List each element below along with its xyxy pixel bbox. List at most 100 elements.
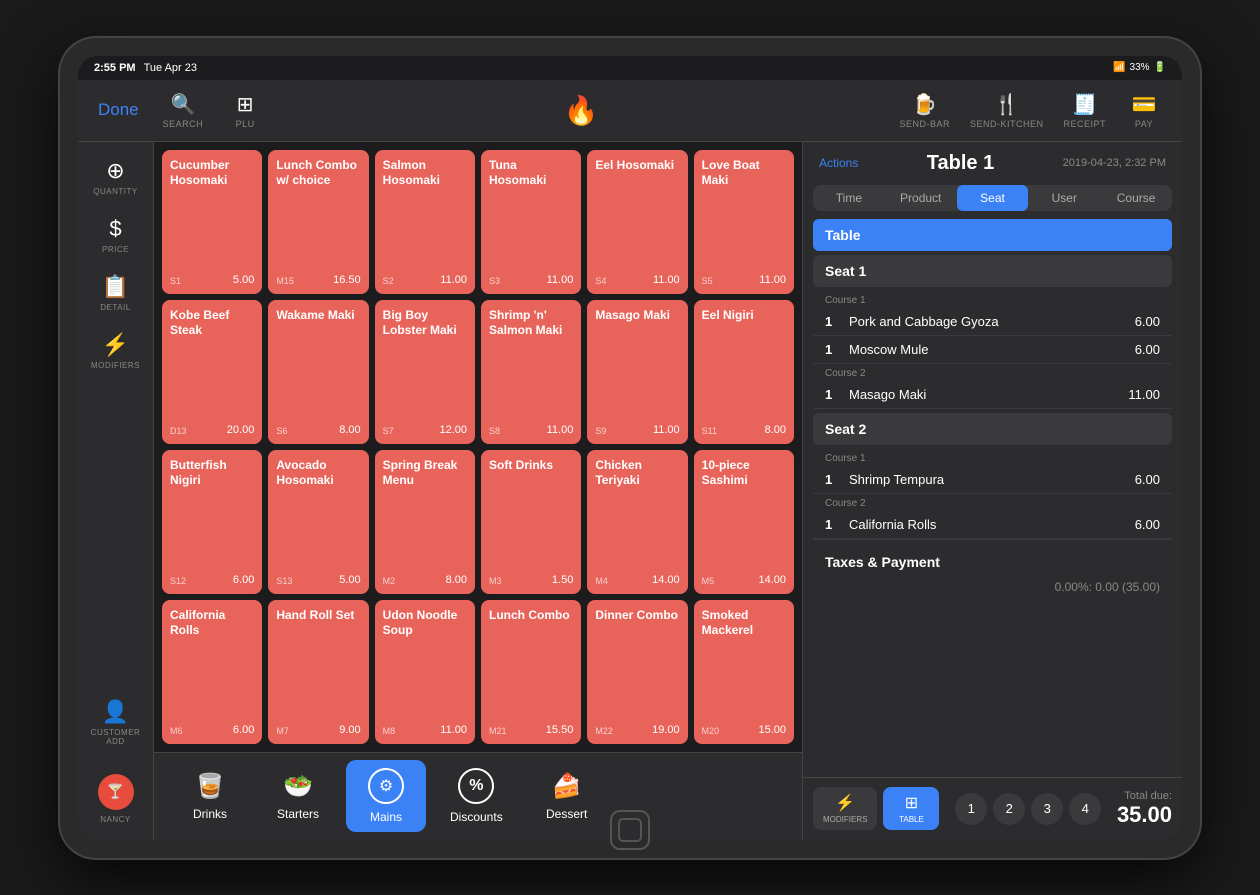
- menu-item[interactable]: Lunch Combo M21 15.50: [481, 600, 581, 744]
- menu-item[interactable]: 10-piece Sashimi M5 14.00: [694, 450, 794, 594]
- customer-icon: 👤: [102, 699, 129, 725]
- category-starters[interactable]: 🥗 Starters: [258, 764, 338, 829]
- order-price: 6.00: [1135, 314, 1160, 329]
- seat2-header[interactable]: Seat 2: [813, 413, 1172, 445]
- order-item-name: Moscow Mule: [849, 342, 1135, 357]
- seat-num-1[interactable]: 1: [955, 793, 987, 825]
- menu-area: Cucumber Hosomaki S1 5.00 Lunch Combo w/…: [154, 142, 802, 840]
- seat1-header[interactable]: Seat 1: [813, 255, 1172, 287]
- menu-item-code: S2: [383, 276, 394, 286]
- menu-item-code: M3: [489, 576, 502, 586]
- menu-item[interactable]: Butterfish Nigiri S12 6.00: [162, 450, 262, 594]
- menu-item[interactable]: Chicken Teriyaki M4 14.00: [587, 450, 687, 594]
- sidebar-customer-add[interactable]: 👤 CUSTOMER ADD: [84, 691, 148, 754]
- order-qty: 1: [825, 387, 841, 402]
- menu-item[interactable]: Spring Break Menu M2 8.00: [375, 450, 475, 594]
- send-bar-button[interactable]: 🍺 SEND-BAR: [891, 88, 958, 133]
- menu-item-name: Eel Nigiri: [702, 308, 786, 420]
- seat-num-3[interactable]: 3: [1031, 793, 1063, 825]
- footer-modifiers-button[interactable]: ⚡ MODIFIERS: [813, 787, 877, 830]
- menu-item[interactable]: Tuna Hosomaki S3 11.00: [481, 150, 581, 294]
- menu-item[interactable]: Smoked Mackerel M20 15.00: [694, 600, 794, 744]
- menu-item[interactable]: Eel Nigiri S11 8.00: [694, 300, 794, 444]
- menu-item[interactable]: Wakame Maki S6 8.00: [268, 300, 368, 444]
- footer-actions: ⚡ MODIFIERS ⊞ TABLE 1234 Total due: 35: [813, 786, 1172, 832]
- category-mains[interactable]: ⚙ Mains: [346, 760, 426, 832]
- taxes-section: Taxes & Payment 0.00%: 0.00 (35.00): [813, 539, 1172, 606]
- sidebar-detail[interactable]: 📋 DETAIL: [84, 266, 148, 320]
- cat-icon: 🍰: [552, 772, 582, 801]
- menu-item-price: 11.00: [547, 424, 574, 436]
- menu-item-name: Butterfish Nigiri: [170, 458, 254, 570]
- menu-item-code: M22: [595, 726, 613, 736]
- menu-item[interactable]: Dinner Combo M22 19.00: [587, 600, 687, 744]
- cat-label: Discounts: [450, 810, 503, 824]
- menu-item-code: S13: [276, 576, 292, 586]
- starters-icon: 🥗: [283, 773, 313, 800]
- order-price: 6.00: [1135, 472, 1160, 487]
- plu-button[interactable]: ⊞ PLU: [219, 88, 271, 133]
- panel-date: 2019-04-23, 2:32 PM: [1063, 157, 1166, 169]
- footer-table-button[interactable]: ⊞ TABLE: [883, 787, 939, 830]
- menu-item-code: S4: [595, 276, 606, 286]
- receipt-button[interactable]: 🧾 RECEIPT: [1055, 88, 1114, 133]
- quantity-icon: ⊕: [106, 158, 124, 184]
- menu-item-price: 8.00: [446, 574, 467, 586]
- menu-item[interactable]: Udon Noodle Soup M8 11.00: [375, 600, 475, 744]
- menu-item-code: M4: [595, 576, 608, 586]
- menu-item[interactable]: Big Boy Lobster Maki S7 12.00: [375, 300, 475, 444]
- menu-item[interactable]: Love Boat Maki S5 11.00: [694, 150, 794, 294]
- panel-header: Actions Table 1 2019-04-23, 2:32 PM: [803, 142, 1182, 185]
- menu-item-code: S1: [170, 276, 181, 286]
- category-drinks[interactable]: 🥃 Drinks: [170, 764, 250, 829]
- menu-item[interactable]: Avocado Hosomaki S13 5.00: [268, 450, 368, 594]
- menu-item[interactable]: Hand Roll Set M7 9.00: [268, 600, 368, 744]
- toolbar-center: 🔥: [279, 94, 883, 127]
- seat-num-2[interactable]: 2: [993, 793, 1025, 825]
- search-button[interactable]: 🔍 SEARCH: [155, 88, 212, 133]
- panel-tab-user[interactable]: User: [1028, 185, 1100, 211]
- sidebar-nancy[interactable]: 🍸 NANCY: [84, 766, 148, 832]
- left-sidebar: ⊕ QUANTITY $ PRICE 📋 DETAIL ⚡ MODIFIERS: [78, 142, 154, 840]
- seat-num-4[interactable]: 4: [1069, 793, 1101, 825]
- done-button[interactable]: Done: [90, 96, 147, 124]
- order-price: 11.00: [1128, 387, 1160, 402]
- menu-item-price: 8.00: [339, 424, 360, 436]
- menu-item[interactable]: Kobe Beef Steak D13 20.00: [162, 300, 262, 444]
- send-kitchen-button[interactable]: 🍴 SEND-KITCHEN: [962, 88, 1052, 133]
- ipad-screen: 2:55 PM Tue Apr 23 📶 33% 🔋 Done 🔍 SEARCH…: [78, 56, 1182, 840]
- avatar[interactable]: 🍸: [98, 774, 134, 810]
- panel-tab-course[interactable]: Course: [1100, 185, 1172, 211]
- panel-tab-product[interactable]: Product: [885, 185, 957, 211]
- price-icon: $: [109, 216, 121, 242]
- menu-item[interactable]: Salmon Hosomaki S2 11.00: [375, 150, 475, 294]
- pay-button[interactable]: 💳 PAY: [1118, 88, 1170, 133]
- menu-item[interactable]: California Rolls M6 6.00: [162, 600, 262, 744]
- home-button[interactable]: [610, 810, 650, 850]
- menu-item-code: S9: [595, 426, 606, 436]
- battery-icon: 🔋: [1154, 62, 1166, 73]
- menu-item-price: 15.50: [546, 724, 574, 736]
- menu-item[interactable]: Soft Drinks M3 1.50: [481, 450, 581, 594]
- menu-item[interactable]: Cucumber Hosomaki S1 5.00: [162, 150, 262, 294]
- panel-tab-seat[interactable]: Seat: [957, 185, 1029, 211]
- category-dessert[interactable]: 🍰 Dessert: [527, 764, 607, 829]
- menu-item[interactable]: Lunch Combo w/ choice M15 16.50: [268, 150, 368, 294]
- menu-item[interactable]: Shrimp 'n' Salmon Maki S8 11.00: [481, 300, 581, 444]
- menu-item-name: Spring Break Menu: [383, 458, 467, 570]
- sidebar-price[interactable]: $ PRICE: [84, 208, 148, 262]
- menu-item-price: 11.00: [547, 274, 574, 286]
- menu-item-price: 5.00: [233, 274, 254, 286]
- order-item-name: Masago Maki: [849, 387, 1128, 402]
- panel-tab-time[interactable]: Time: [813, 185, 885, 211]
- main-content: ⊕ QUANTITY $ PRICE 📋 DETAIL ⚡ MODIFIERS: [78, 142, 1182, 840]
- table-section-header[interactable]: Table: [813, 219, 1172, 251]
- panel-actions[interactable]: Actions: [819, 156, 858, 170]
- home-button-inner: [618, 818, 642, 842]
- sidebar-modifiers[interactable]: ⚡ MODIFIERS: [84, 324, 148, 378]
- sidebar-quantity[interactable]: ⊕ QUANTITY: [84, 150, 148, 204]
- menu-item[interactable]: Masago Maki S9 11.00: [587, 300, 687, 444]
- menu-item[interactable]: Eel Hosomaki S4 11.00: [587, 150, 687, 294]
- category-discounts[interactable]: % Discounts: [434, 760, 519, 832]
- menu-item-name: Wakame Maki: [276, 308, 360, 420]
